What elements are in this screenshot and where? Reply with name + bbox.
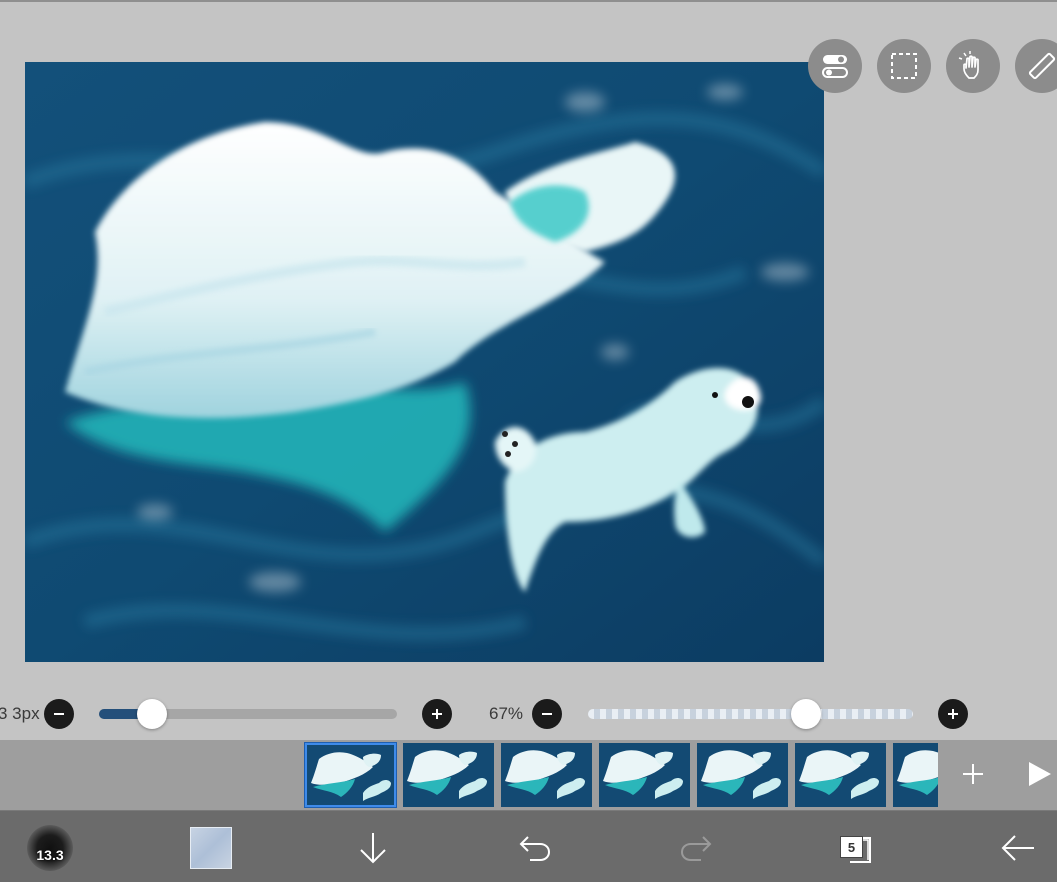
- frame-thumbnail[interactable]: [403, 743, 494, 807]
- redo-icon: [680, 836, 712, 861]
- redo-button[interactable]: [671, 823, 721, 873]
- color-button[interactable]: [186, 823, 236, 873]
- toggle-icon: [822, 55, 848, 78]
- frame-thumbnail[interactable]: [795, 743, 886, 807]
- frame-thumbnail[interactable]: [697, 743, 788, 807]
- ruler-icon: [1028, 52, 1056, 80]
- move-down-button[interactable]: [348, 823, 398, 873]
- frame-thumbnail-image: [697, 743, 788, 807]
- frame-thumbnail-image: [403, 743, 494, 807]
- app-window: 3 3px 67% 13.3 5: [0, 0, 1057, 882]
- brush-button[interactable]: 13.3: [25, 823, 75, 873]
- minus-icon: [54, 713, 64, 715]
- frame-strip: [0, 740, 1057, 811]
- frame-thumbnail-image: [501, 743, 592, 807]
- arrow-left-icon: [1001, 835, 1034, 861]
- frame-thumbnail-image: [893, 743, 938, 807]
- brush-size-increase-button[interactable]: [422, 699, 452, 729]
- add-frame-button[interactable]: [955, 756, 991, 792]
- opacity-slider-handle[interactable]: [791, 699, 821, 729]
- undo-icon: [519, 836, 551, 861]
- brush-size-value: 13.3: [36, 847, 64, 863]
- hand-button[interactable]: [946, 39, 1000, 93]
- drawing-canvas[interactable]: [25, 62, 824, 662]
- plus-icon: [432, 709, 442, 719]
- play-button[interactable]: [1018, 754, 1057, 794]
- brush-size-decrease-button[interactable]: [44, 699, 74, 729]
- slider-row: 3 3px 67%: [0, 692, 1057, 737]
- plus-icon: [963, 764, 983, 784]
- brush-preview: 13.3: [27, 825, 73, 871]
- layers-count: 5: [840, 836, 863, 858]
- toggle-button[interactable]: [808, 39, 862, 93]
- brush-size-slider-handle[interactable]: [137, 699, 167, 729]
- opacity-decrease-button[interactable]: [532, 699, 562, 729]
- back-button[interactable]: [993, 823, 1043, 873]
- frame-thumbnail-image: [599, 743, 690, 807]
- frame-thumbnail-image: [307, 745, 394, 805]
- frame-thumbnail[interactable]: [305, 743, 396, 807]
- opacity-increase-button[interactable]: [938, 699, 968, 729]
- selection-icon: [891, 53, 917, 79]
- ruler-button[interactable]: [1015, 39, 1057, 93]
- selection-button[interactable]: [877, 39, 931, 93]
- bottom-toolbar: 13.3 5: [0, 811, 1057, 882]
- opacity-label: 67%: [489, 704, 524, 723]
- frame-thumbnail[interactable]: [599, 743, 690, 807]
- arrow-down-icon: [360, 833, 386, 864]
- color-swatch: [190, 827, 232, 869]
- layers-button[interactable]: 5: [830, 823, 880, 873]
- plus-icon: [948, 709, 958, 719]
- frame-thumbnail-image: [795, 743, 886, 807]
- frame-thumbnail[interactable]: [893, 743, 938, 807]
- brush-size-label: 3 3px: [0, 704, 40, 723]
- hand-icon: [958, 51, 979, 79]
- opacity-track[interactable]: [588, 709, 913, 719]
- frame-thumbnail[interactable]: [501, 743, 592, 807]
- undo-button[interactable]: [510, 823, 560, 873]
- minus-icon: [542, 713, 552, 715]
- play-icon: [1029, 762, 1051, 786]
- canvas-artwork: [25, 62, 824, 662]
